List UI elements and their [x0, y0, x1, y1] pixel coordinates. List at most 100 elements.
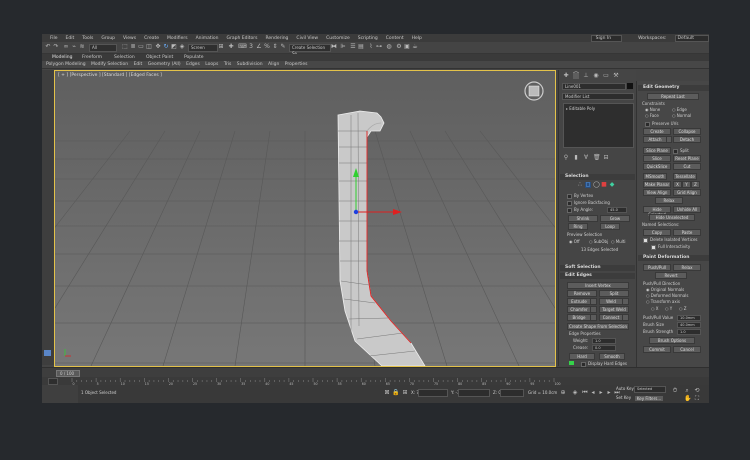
workspaces-dropdown[interactable]: Default: [674, 34, 709, 42]
tab-populate[interactable]: Populate: [184, 55, 204, 60]
full-interactivity-checkbox[interactable]: Full Interactivity: [651, 244, 690, 250]
menu-modifiers[interactable]: Modifiers: [167, 36, 188, 41]
menu-group[interactable]: Group: [101, 36, 115, 41]
edit-geometry-rollout-header[interactable]: Edit Geometry: [638, 85, 709, 91]
spinner-snap-icon[interactable]: ⇕: [272, 44, 278, 50]
menu-tools[interactable]: Tools: [82, 36, 93, 41]
menu-rendering[interactable]: Rendering: [265, 36, 288, 41]
percent-snap-icon[interactable]: %: [264, 44, 270, 50]
coord-z-field[interactable]: [500, 389, 524, 397]
make-planar-button[interactable]: Make Planar: [643, 181, 671, 188]
link-icon[interactable]: ∞: [63, 44, 69, 50]
coord-x-field[interactable]: [418, 389, 448, 397]
split-button[interactable]: Split: [599, 290, 629, 297]
bridge-settings-button[interactable]: [590, 314, 597, 321]
menu-customize[interactable]: Customize: [326, 36, 350, 41]
ribbon-edit[interactable]: Edit: [134, 62, 143, 67]
stack-item-editable-poly[interactable]: ▸ Editable Poly: [566, 106, 595, 111]
set-keys-icon[interactable]: ◈: [572, 390, 578, 396]
go-to-start-icon[interactable]: ⏮: [582, 390, 588, 396]
align-icon[interactable]: ⊫: [340, 44, 346, 50]
extrude-settings-button[interactable]: [590, 298, 597, 305]
axis-x-radio[interactable]: ○ X: [651, 306, 659, 311]
keyboard-shortcut-icon[interactable]: ⌨: [238, 44, 247, 50]
slice-button[interactable]: Slice: [643, 155, 671, 162]
tab-freeform[interactable]: Freeform: [82, 55, 102, 60]
render-setup-icon[interactable]: ⚙: [396, 44, 402, 50]
tab-selection[interactable]: Selection: [114, 55, 135, 60]
connect-settings-button[interactable]: [622, 314, 629, 321]
remove-modifier-icon[interactable]: 🗑: [593, 155, 601, 161]
ring-button[interactable]: Ring: [568, 223, 588, 230]
planar-x-button[interactable]: X: [673, 181, 682, 188]
msmooth-button[interactable]: MSmooth: [643, 173, 667, 180]
menu-animation[interactable]: Animation: [196, 36, 219, 41]
select-scale-icon[interactable]: ◩: [171, 44, 177, 50]
soft-selection-rollout-header[interactable]: Soft Selection: [560, 265, 635, 271]
motion-tab-icon[interactable]: ◉: [593, 73, 599, 79]
menu-views[interactable]: Views: [123, 36, 136, 41]
adaptive-degradation-icon[interactable]: ⊕: [560, 390, 566, 396]
slice-plane-button[interactable]: Slice Plane: [643, 147, 671, 154]
mirror-icon[interactable]: ⧓: [331, 44, 337, 50]
ribbon-polygon-modeling[interactable]: Polygon Modeling: [46, 62, 86, 67]
unlink-icon[interactable]: ⌁: [71, 44, 77, 50]
ribbon-subdivision[interactable]: Subdivision: [237, 62, 263, 67]
collapse-button[interactable]: Collapse: [673, 128, 701, 135]
maximize-viewport-icon[interactable]: ⛶: [694, 396, 700, 402]
time-config-icon[interactable]: ⏱: [672, 388, 678, 394]
preview-multi-radio[interactable]: ○ Multi: [611, 239, 626, 244]
preview-off-radio[interactable]: ◉ Off: [569, 239, 580, 244]
tessellate-button[interactable]: Tessellate: [673, 173, 697, 180]
relax-button[interactable]: Relax: [655, 197, 683, 204]
planar-y-button[interactable]: Y: [682, 181, 691, 188]
set-key-button[interactable]: Set Key: [616, 395, 631, 400]
cut-button[interactable]: Cut: [673, 163, 701, 170]
menu-graph-editors[interactable]: Graph Editors: [227, 36, 258, 41]
select-rotate-icon[interactable]: ↻: [163, 44, 169, 50]
show-end-result-icon[interactable]: ▮: [573, 155, 579, 161]
constraint-face-radio[interactable]: ○ Face: [645, 113, 659, 118]
edit-named-sel-icon[interactable]: ✎: [280, 44, 286, 50]
edit-edges-rollout-header[interactable]: Edit Edges: [560, 273, 635, 279]
menu-content[interactable]: Content: [386, 36, 404, 41]
object-name-field[interactable]: Line001: [562, 83, 626, 90]
cancel-button[interactable]: Cancel: [673, 346, 701, 353]
axis-y-radio[interactable]: ○ Y: [665, 306, 672, 311]
auto-key-button[interactable]: Auto Key: [616, 386, 634, 391]
pin-stack-icon[interactable]: ⚲: [563, 155, 569, 161]
target-weld-button[interactable]: Target Weld: [599, 306, 629, 313]
preview-subobj-radio[interactable]: ○ SubObj: [589, 239, 608, 244]
ribbon-properties[interactable]: Properties: [285, 62, 308, 67]
create-button[interactable]: Create: [643, 128, 671, 135]
commit-button[interactable]: Commit: [643, 346, 671, 353]
menu-civil-view[interactable]: Civil View: [296, 36, 318, 41]
hide-selected-button[interactable]: Hide Selected: [643, 206, 671, 217]
angle-snap-icon[interactable]: ∠: [256, 44, 262, 50]
grow-button[interactable]: Grow: [600, 215, 630, 222]
material-editor-icon[interactable]: ◍: [386, 44, 392, 50]
hard-button[interactable]: Hard: [569, 353, 595, 360]
chamfer-settings-button[interactable]: [590, 306, 597, 313]
ribbon-tris[interactable]: Tris: [224, 62, 232, 67]
view-align-button[interactable]: View Align: [643, 189, 671, 196]
brush-size-field[interactable]: 40.0mm: [677, 322, 701, 328]
ribbon-modify-selection[interactable]: Modify Selection: [91, 62, 128, 67]
play-icon[interactable]: ▸: [598, 390, 604, 396]
push-pull-value-field[interactable]: 10.0mm: [677, 315, 701, 321]
polygon-level-icon[interactable]: ■: [601, 182, 607, 188]
create-shape-button[interactable]: Create Shape From Selection: [567, 323, 629, 330]
reset-plane-button[interactable]: Reset Plane: [673, 155, 701, 162]
transform-axis-radio[interactable]: ○ Transform axis: [646, 299, 680, 304]
menu-edit[interactable]: Edit: [66, 36, 75, 41]
next-frame-icon[interactable]: ▸: [606, 390, 612, 396]
rendered-frame-icon[interactable]: ▣: [404, 44, 410, 50]
ribbon-loops[interactable]: Loops: [205, 62, 218, 67]
named-selection-dropdown[interactable]: Create Selection Se: [289, 44, 331, 56]
constraint-normal-radio[interactable]: ○ Normal: [672, 113, 691, 118]
curve-editor-icon[interactable]: ⌇: [368, 44, 374, 50]
window-crossing-icon[interactable]: ◫: [146, 44, 152, 50]
ribbon-edges[interactable]: Edges: [186, 62, 200, 67]
constraint-edge-radio[interactable]: ○ Edge: [672, 107, 687, 112]
undo-icon[interactable]: ↶: [45, 44, 51, 50]
